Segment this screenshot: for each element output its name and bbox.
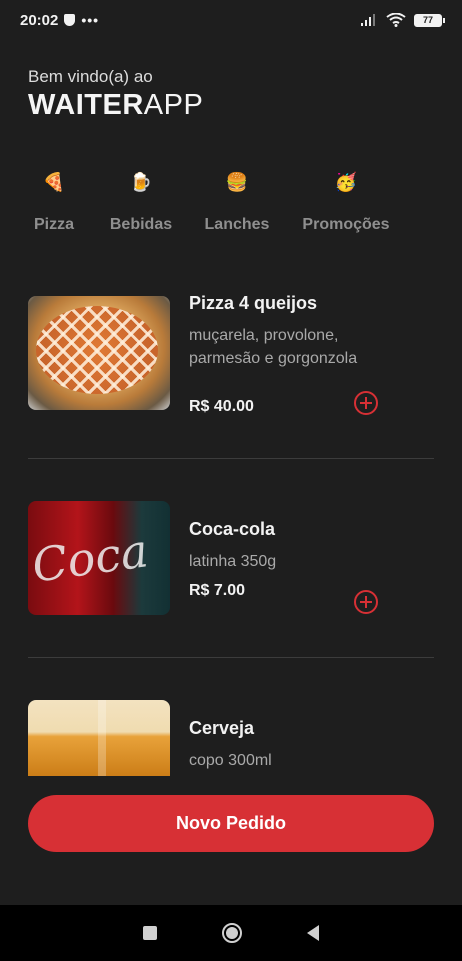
recent-apps-icon[interactable] bbox=[142, 926, 157, 940]
app-logo: WAITERAPP bbox=[28, 89, 203, 122]
status-right: 77 bbox=[360, 13, 445, 27]
wifi-icon bbox=[386, 13, 406, 27]
product-name: Pizza 4 queijos bbox=[189, 293, 318, 313]
battery-icon: 77 bbox=[414, 13, 445, 27]
add-to-cart-button[interactable] bbox=[354, 391, 378, 415]
category-label: Promoções bbox=[302, 216, 390, 233]
shield-icon bbox=[64, 14, 76, 26]
product-description: copo 300ml bbox=[189, 752, 272, 769]
category-list: 🍕 Pizza 🍺 Bebidas 🍔 Lanches 🥳 Promoções bbox=[0, 170, 462, 250]
product-price: R$ 7.00 bbox=[189, 582, 246, 599]
more-dots-icon: ••• bbox=[81, 12, 100, 28]
category-label: Lanches bbox=[204, 216, 270, 233]
category-promocoes[interactable]: 🥳 Promoções bbox=[299, 170, 393, 234]
product-image-cerveja bbox=[28, 700, 170, 776]
burger-icon: 🍔 bbox=[225, 171, 249, 192]
status-time: 20:02 bbox=[20, 11, 59, 29]
product-price: R$ 40.00 bbox=[189, 398, 254, 415]
category-label: Bebidas bbox=[109, 216, 173, 233]
new-order-button[interactable]: Novo Pedido bbox=[28, 795, 434, 852]
category-lanches[interactable]: 🍔 Lanches bbox=[201, 170, 273, 234]
divider bbox=[28, 458, 434, 459]
category-pizza[interactable]: 🍕 Pizza bbox=[30, 170, 78, 234]
status-left: 20:02 ••• bbox=[20, 12, 99, 29]
add-to-cart-button[interactable] bbox=[354, 590, 378, 614]
beer-icon: 🍺 bbox=[129, 171, 153, 192]
product-list[interactable]: Pizza 4 queijos muçarela, provolone, par… bbox=[0, 280, 462, 776]
category-bebidas[interactable]: 🍺 Bebidas bbox=[107, 170, 175, 234]
product-image-coca-cola bbox=[28, 501, 170, 615]
product-description: latinha 350g bbox=[189, 553, 277, 570]
product-description: muçarela, provolone, parmesão e gorgonzo… bbox=[189, 327, 358, 367]
pizza-icon: 🍕 bbox=[42, 171, 66, 192]
back-icon[interactable] bbox=[307, 925, 320, 941]
category-label: Pizza bbox=[33, 216, 74, 233]
product-name: Coca-cola bbox=[189, 519, 276, 539]
status-bar: 20:02 ••• 77 bbox=[0, 0, 462, 40]
product-name: Cerveja bbox=[189, 718, 255, 738]
party-face-icon: 🥳 bbox=[334, 171, 358, 192]
signal-icon bbox=[361, 14, 375, 26]
product-image-pizza bbox=[28, 296, 170, 410]
greeting-text: Bem vindo(a) ao bbox=[28, 67, 153, 86]
system-nav-bar bbox=[0, 905, 462, 961]
brand-bold: WAITER bbox=[28, 89, 144, 121]
home-icon[interactable] bbox=[221, 923, 242, 943]
divider bbox=[28, 657, 434, 658]
brand-light: APP bbox=[143, 89, 204, 121]
